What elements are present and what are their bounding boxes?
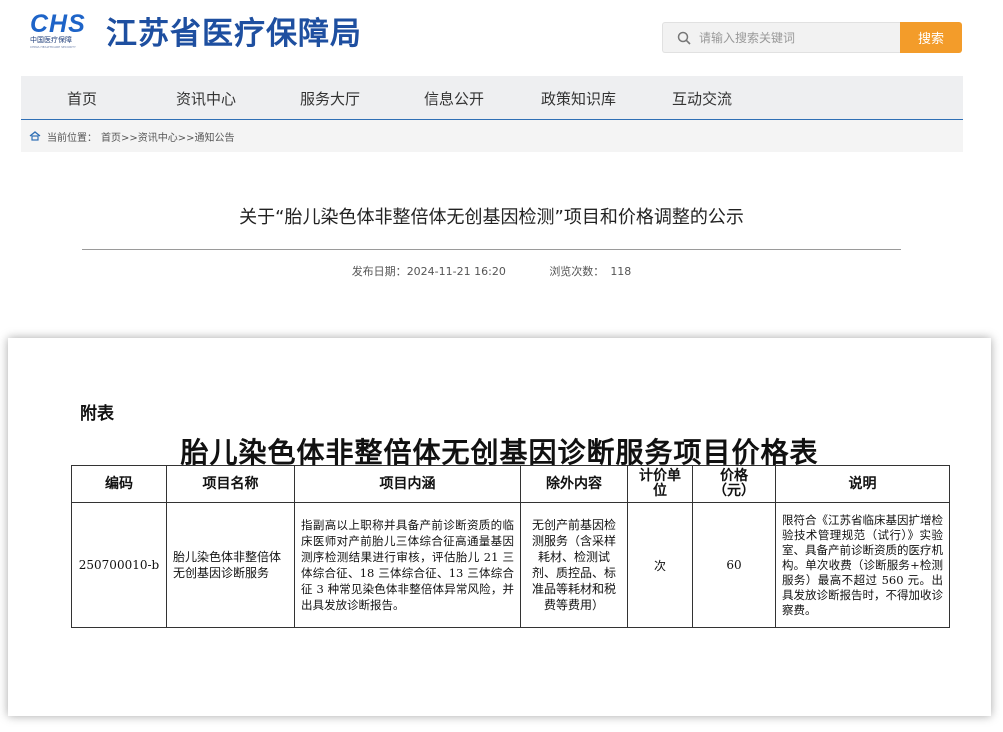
chs-logo-mark: CHS 中国医疗保障 CHINA HEALTHCARE SECURITY: [30, 9, 92, 50]
logo-chs-text: CHS: [30, 9, 86, 38]
col-code: 编码: [71, 465, 167, 503]
views-info: 浏览次数： 118: [549, 265, 631, 278]
home-icon: [29, 131, 41, 141]
cell-unit: 次: [627, 502, 693, 628]
nav-item-disclosure[interactable]: 信息公开: [424, 88, 484, 109]
col-note: 说明: [775, 465, 950, 503]
nav-item-services[interactable]: 服务大厅: [300, 88, 360, 109]
cell-price: 60: [692, 502, 776, 628]
breadcrumb-path[interactable]: 首页>>资讯中心>>通知公告: [101, 129, 235, 144]
search-icon: [677, 31, 691, 45]
logo-org-en-text: CHINA HEALTHCARE SECURITY: [30, 44, 76, 49]
logo-org-text: 中国医疗保障: [30, 35, 72, 44]
search-input[interactable]: [697, 29, 881, 46]
views-count: 118: [610, 265, 632, 278]
nav-item-home[interactable]: 首页: [67, 88, 97, 109]
col-price: 价格（元）: [692, 465, 776, 503]
cell-content: 指副高以上职称并具备产前诊断资质的临床医师对产前胎儿三体综合征高通量基因测序检测…: [294, 502, 521, 628]
nav-item-news[interactable]: 资讯中心: [176, 88, 236, 109]
article-title: 关于“胎儿染色体非整倍体无创基因检测”项目和价格调整的公示: [239, 207, 744, 228]
publish-label: 发布日期：: [351, 265, 407, 278]
table-header-row: 编码 项目名称 项目内涵 除外内容 计价单位 价格（元） 说明: [71, 465, 950, 503]
site-title: 江苏省医疗保障局: [106, 16, 362, 52]
price-table: 编码 项目名称 项目内涵 除外内容 计价单位 价格（元） 说明 25070001…: [71, 465, 950, 628]
attachment-document: 附表 胎儿染色体非整倍体无创基因诊断服务项目价格表 编码 项目名称 项目内涵 除…: [8, 338, 991, 716]
cell-excluded: 无创产前基因检测服务（含采样耗材、检测试剂、质控品、标准品等耗材和税费等费用）: [520, 502, 628, 628]
search-field[interactable]: [662, 22, 900, 53]
col-unit: 计价单位: [627, 465, 693, 503]
attachment-label: 附表: [80, 404, 114, 424]
nav-item-policy[interactable]: 政策知识库: [541, 88, 616, 109]
breadcrumb: 当前位置： 首页>>资讯中心>>通知公告: [21, 120, 963, 152]
table-row: 250700010-b 胎儿染色体非整倍体无创基因诊断服务 指副高以上职称并具备…: [71, 502, 950, 628]
nav-item-interaction[interactable]: 互动交流: [672, 88, 732, 109]
cell-code: 250700010-b: [71, 502, 167, 628]
cell-note: 限符合《江苏省临床基因扩增检验技术管理规范（试行）》实验室、具备产前诊断资质的医…: [775, 502, 950, 628]
search-button[interactable]: 搜索: [900, 22, 962, 53]
col-content: 项目内涵: [294, 465, 521, 503]
search-bar: 搜索: [662, 22, 962, 53]
col-excluded: 除外内容: [520, 465, 628, 503]
breadcrumb-label: 当前位置：: [47, 132, 97, 144]
views-label: 浏览次数：: [549, 265, 605, 278]
site-logo[interactable]: CHS 中国医疗保障 CHINA HEALTHCARE SECURITY 江苏省…: [30, 8, 362, 53]
publish-date: 2024-11-21 16:20: [406, 265, 506, 278]
col-name: 项目名称: [166, 465, 295, 503]
cell-name: 胎儿染色体非整倍体无创基因诊断服务: [166, 502, 295, 628]
publish-info: 发布日期：2024-11-21 16:20: [352, 265, 506, 278]
title-divider: [82, 249, 901, 250]
main-nav: 首页 资讯中心 服务大厅 信息公开 政策知识库 互动交流: [21, 76, 963, 121]
article-meta: 发布日期：2024-11-21 16:20 浏览次数： 118: [0, 263, 983, 279]
